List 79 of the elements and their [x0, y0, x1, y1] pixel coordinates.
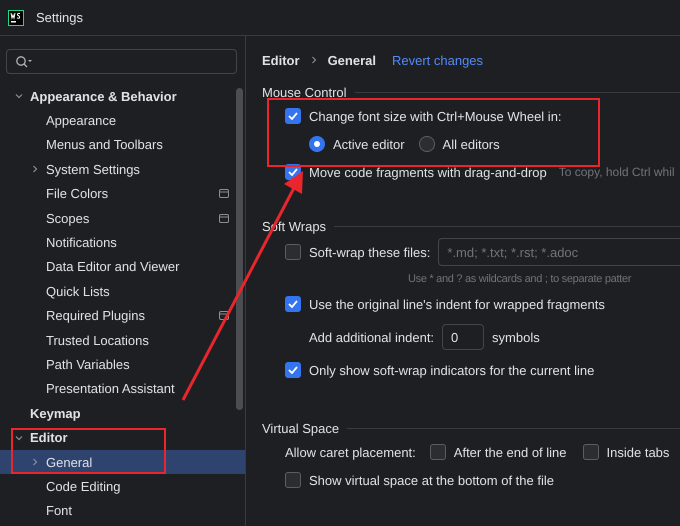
checkbox[interactable]: [285, 296, 301, 312]
checkbox[interactable]: [582, 444, 599, 460]
radio-button[interactable]: [309, 136, 325, 152]
checkbox[interactable]: [285, 362, 301, 378]
input-field[interactable]: *.md; *.txt; *.rst; *.adoc: [438, 238, 680, 266]
hint-text: To copy, hold Ctrl whil: [558, 165, 675, 179]
window-title: Settings: [36, 10, 83, 25]
sidebar-item-label: Font: [46, 503, 72, 518]
sidebar-item-label: File Colors: [46, 186, 108, 202]
checkbox-label: Move code fragments with drag-and-drop: [309, 164, 547, 180]
chevron-right-icon[interactable]: [30, 457, 40, 468]
sidebar-item-label: Path Variables: [46, 356, 130, 372]
sidebar-item[interactable]: Font: [0, 498, 245, 524]
sidebar-item-label: Quick Lists: [46, 284, 110, 299]
radio-label: All editors: [442, 136, 500, 152]
field-label: Add additional indent:: [309, 330, 434, 344]
search-field[interactable]: [6, 49, 237, 74]
sidebar-item[interactable]: Quick Lists: [0, 279, 245, 304]
check-icon: [288, 300, 298, 308]
breadcrumb-item[interactable]: Editor: [262, 52, 300, 68]
app-logo-icon: [8, 10, 24, 26]
hint-text: Use * and ? as wildcards and ; to separate patter: [408, 273, 632, 285]
sidebar-item[interactable]: Notifications: [0, 230, 245, 255]
sidebar-item[interactable]: Keymap: [0, 401, 245, 426]
breadcrumb-item[interactable]: General: [328, 52, 376, 68]
unit-label: symbols: [492, 330, 540, 344]
checkbox-label: Change font size with Ctrl+Mouse Wheel in:: [309, 108, 562, 124]
checkbox[interactable]: [285, 472, 301, 488]
chevron-right-icon: [310, 56, 318, 64]
sidebar-item-label: Presentation Assistant: [46, 381, 175, 396]
checkbox[interactable]: [430, 444, 446, 460]
sidebar-item-label: Notifications: [46, 235, 117, 250]
number-field[interactable]: 0: [442, 324, 484, 350]
search-icon: [15, 54, 33, 68]
sidebar-item[interactable]: System Settings: [0, 157, 245, 182]
sidebar-item-label: Scopes: [46, 210, 90, 226]
radio-button[interactable]: [418, 136, 435, 152]
sidebar-item-label: Keymap: [30, 406, 81, 421]
check-icon: [288, 366, 298, 374]
section-title: Mouse Control: [262, 84, 347, 100]
section-title: Virtual Space: [262, 420, 340, 436]
sidebar-item[interactable]: Appearance & Behavior: [0, 84, 245, 108]
sidebar-item-label: General: [46, 454, 92, 470]
sidebar-item[interactable]: Required Plugins: [0, 304, 245, 328]
checkbox-label: Soft-wrap these files:: [309, 244, 430, 260]
sidebar-item[interactable]: Trusted Locations: [0, 328, 245, 352]
checkbox-label: Show virtual space at the bottom of the file: [309, 472, 554, 488]
sidebar-item-label: Menus and Toolbars: [46, 137, 163, 152]
checkbox-label: Only show soft-wrap indicators for the current line: [309, 362, 594, 378]
checkbox[interactable]: [285, 108, 301, 124]
check-icon: [288, 112, 298, 120]
sidebar-item-label: Data Editor and Viewer: [46, 259, 180, 274]
revert-link[interactable]: Revert changes: [392, 52, 484, 68]
sidebar-item[interactable]: Appearance: [0, 108, 245, 133]
checkbox-label: Inside tabs: [606, 444, 670, 460]
sidebar-item-label: Trusted Locations: [46, 332, 149, 348]
sidebar-item[interactable]: Data Editor and Viewer: [0, 254, 245, 280]
check-icon: [288, 168, 298, 176]
sidebar-item[interactable]: File Colors: [0, 182, 245, 206]
sidebar-item-label: Appearance: [46, 113, 116, 128]
sidebar-item-label: Required Plugins: [46, 308, 146, 324]
sidebar-item-label: System Settings: [46, 162, 140, 177]
sidebar-item-label: Appearance & Behavior: [30, 88, 177, 104]
sidebar-item[interactable]: Path Variables: [0, 352, 245, 377]
field-label: Allow caret placement:: [285, 444, 416, 460]
checkbox-label: After the end of line: [454, 444, 567, 460]
checkbox-label: Use the original line's indent for wrapped fragments: [309, 296, 605, 312]
sidebar-item[interactable]: Presentation Assistant: [0, 376, 245, 402]
sidebar-item-label: Editor: [30, 430, 68, 446]
sidebar-item[interactable]: General: [0, 450, 245, 474]
radio-label: Active editor: [333, 136, 405, 152]
sidebar-item[interactable]: Menus and Toolbars: [0, 132, 245, 158]
sidebar-item-label: Code Editing: [46, 478, 120, 494]
sidebar-item[interactable]: Scopes: [0, 206, 245, 230]
scrollbar[interactable]: [236, 88, 243, 410]
chevron-right-icon[interactable]: [30, 164, 40, 174]
sidebar-item[interactable]: Code Editing: [0, 474, 245, 499]
sidebar-item[interactable]: Editor: [0, 425, 245, 450]
checkbox[interactable]: [285, 244, 301, 260]
